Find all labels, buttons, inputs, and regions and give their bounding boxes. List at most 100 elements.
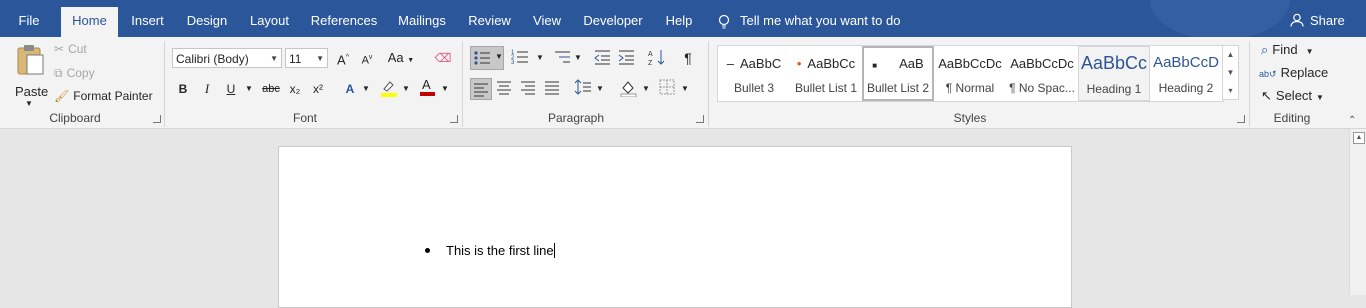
svg-text:A: A	[648, 51, 653, 58]
font-color-button[interactable]: A	[417, 77, 437, 97]
grow-font-button[interactable]: A^	[333, 48, 353, 68]
grow-font-label: A	[337, 52, 346, 68]
style-bullet-list-2[interactable]: ■ AaB Bullet List 2	[862, 46, 934, 101]
share-button[interactable]: Share	[1290, 7, 1345, 35]
chevron-down-icon[interactable]: ▼	[530, 48, 550, 68]
chevron-down-icon[interactable]: ▼	[636, 79, 656, 99]
subscript-button[interactable]: x₂	[285, 79, 305, 99]
document-line[interactable]: This is the first line	[446, 243, 555, 258]
style-preview: • AaBbCc	[796, 56, 856, 71]
copy-button[interactable]: ⧉ Copy	[54, 66, 95, 81]
style-bullet-list-1[interactable]: • AaBbCc Bullet List 1	[790, 46, 862, 101]
copy-label: Copy	[66, 66, 95, 80]
highlight-color-button[interactable]	[378, 79, 398, 99]
shading-icon[interactable]	[618, 79, 638, 99]
cut-button[interactable]: ✂ Cut	[54, 42, 87, 56]
replace-button[interactable]: ab↺ Replace	[1259, 65, 1328, 80]
clear-formatting-icon[interactable]: ⌫	[433, 48, 453, 68]
change-case-label: Aa	[387, 50, 404, 65]
strikethrough-button[interactable]: abc	[260, 79, 282, 99]
font-name-combo[interactable]: Calibri (Body) ▼	[172, 48, 282, 68]
change-case-button[interactable]: Aa ▼	[387, 48, 415, 68]
bullets-button[interactable]: ▼	[470, 46, 504, 70]
tab-design[interactable]: Design	[180, 7, 234, 37]
tab-home[interactable]: Home	[61, 7, 118, 37]
person-icon	[1290, 13, 1304, 27]
shrink-font-button[interactable]: Av	[357, 48, 377, 68]
justify-icon[interactable]	[542, 79, 562, 99]
tell-me-search[interactable]: Tell me what you want to do	[718, 7, 900, 35]
borders-icon[interactable]	[657, 79, 677, 99]
chevron-down-icon[interactable]: ▼	[396, 79, 416, 99]
chevron-down-icon[interactable]: ▼	[1223, 64, 1238, 82]
font-size-value: 11	[289, 52, 302, 66]
replace-label: Replace	[1280, 65, 1329, 80]
italic-button[interactable]: I	[197, 79, 217, 99]
underline-button[interactable]: U	[221, 79, 241, 99]
decrease-indent-icon[interactable]	[592, 48, 612, 68]
tab-insert[interactable]: Insert	[124, 7, 171, 37]
document-page[interactable]: This is the first line	[278, 146, 1072, 308]
format-painter-button[interactable]: 🖌 Format Painter	[54, 89, 153, 103]
align-right-icon[interactable]	[518, 79, 538, 99]
chevron-down-icon[interactable]: ▼	[568, 48, 588, 68]
format-painter-label: Format Painter	[73, 89, 153, 103]
cursor-icon: ↖	[1261, 88, 1272, 103]
chevron-down-icon[interactable]: ▼	[590, 79, 610, 99]
clipboard-launcher-icon[interactable]	[153, 115, 161, 123]
tab-references[interactable]: References	[305, 7, 383, 37]
paragraph-launcher-icon[interactable]	[696, 115, 704, 123]
tab-layout[interactable]: Layout	[243, 7, 296, 37]
show-formatting-button[interactable]: ¶	[678, 48, 698, 68]
tab-review[interactable]: Review	[462, 7, 517, 37]
align-center-icon[interactable]	[494, 79, 514, 99]
chevron-down-icon: ▼	[1305, 47, 1314, 56]
find-button[interactable]: ⌕ Find ▼	[1261, 42, 1314, 58]
style-no-spacing[interactable]: AaBbCcDc ¶ No Spac...	[1006, 46, 1078, 101]
align-left-button[interactable]	[470, 78, 492, 100]
scroll-up-icon[interactable]: ▲	[1353, 132, 1365, 144]
collapse-ribbon-icon[interactable]: ⌃	[1348, 115, 1356, 126]
chevron-down-icon[interactable]: ▼	[435, 79, 455, 99]
select-button[interactable]: ↖ Select ▼	[1261, 88, 1324, 104]
style-name: Heading 1	[1086, 82, 1142, 96]
font-launcher-icon[interactable]	[450, 115, 458, 123]
styles-launcher-icon[interactable]	[1237, 115, 1245, 123]
underline-dropdown-icon[interactable]: ▼	[239, 79, 259, 99]
font-color-icon: A	[420, 77, 435, 96]
styles-group-label: Styles	[953, 111, 987, 125]
tab-help[interactable]: Help	[657, 7, 701, 37]
clipboard-icon	[17, 45, 44, 75]
paragraph-group-label: Paragraph	[547, 111, 605, 125]
increase-indent-icon[interactable]	[616, 48, 636, 68]
svg-text:3: 3	[511, 60, 515, 66]
divider	[462, 41, 463, 127]
lightbulb-icon	[718, 14, 730, 29]
paste-button[interactable]: Paste ▼	[12, 43, 48, 108]
chevron-down-icon[interactable]: ▼	[675, 79, 695, 99]
tab-developer[interactable]: Developer	[577, 7, 649, 37]
tab-view[interactable]: View	[526, 7, 568, 37]
chevron-up-icon[interactable]: ▲	[1223, 46, 1238, 64]
style-heading-2[interactable]: AaBbCcD Heading 2	[1150, 46, 1222, 101]
document-line-text: This is the first line	[446, 243, 554, 258]
bold-button[interactable]: B	[173, 79, 193, 99]
style-heading-1[interactable]: AaBbCc Heading 1	[1078, 46, 1150, 101]
font-size-combo[interactable]: 11 ▼	[285, 48, 328, 68]
superscript-button[interactable]: x²	[308, 79, 328, 99]
style-normal[interactable]: AaBbCcDc ¶ Normal	[934, 46, 1006, 101]
sort-icon[interactable]: AZ	[647, 48, 667, 68]
vertical-scrollbar[interactable]: ▲	[1349, 129, 1366, 295]
divider	[1249, 41, 1250, 127]
more-styles-icon[interactable]: ▾	[1223, 82, 1238, 100]
chevron-down-icon[interactable]: ▼	[356, 79, 376, 99]
style-bullet-3[interactable]: – AaBbC Bullet 3	[718, 46, 790, 101]
numbering-icon[interactable]: 123	[510, 48, 530, 68]
ribbon: Paste ▼ ✂ Cut ⧉ Copy 🖌 Format Painter Clipb…	[0, 37, 1366, 129]
tab-file[interactable]: File	[0, 7, 58, 37]
styles-gallery: – AaBbC Bullet 3 • AaBbCc Bullet List 1 ■ A…	[717, 45, 1224, 102]
tab-mailings[interactable]: Mailings	[391, 7, 453, 37]
title-tab-bar: File Home Insert Design Layout Reference…	[0, 0, 1366, 40]
bullet-icon	[425, 248, 430, 253]
styles-gallery-scroll: ▲ ▼ ▾	[1222, 45, 1239, 100]
